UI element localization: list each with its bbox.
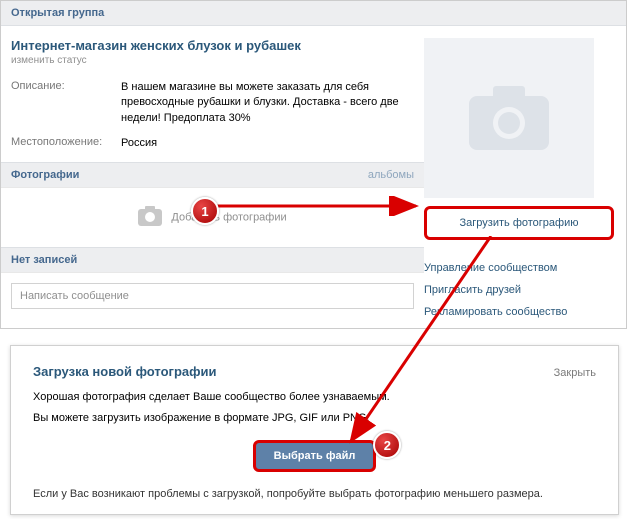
camera-icon	[138, 206, 162, 229]
albums-link[interactable]: альбомы	[368, 169, 414, 181]
group-type-header: Открытая группа	[1, 1, 626, 26]
advertise-community-link[interactable]: Рекламировать сообщество	[424, 306, 614, 318]
upload-photo-modal: Загрузка новой фотографии Закрыть Хороша…	[10, 345, 619, 515]
invite-friends-link[interactable]: Пригласить друзей	[424, 284, 614, 296]
change-status-link[interactable]: изменить статус	[11, 55, 414, 66]
photos-title: Фотографии	[11, 169, 79, 181]
choose-file-button[interactable]: Выбрать файл 2	[253, 440, 377, 472]
modal-text-2: Вы можете загрузить изображение в формат…	[33, 410, 596, 427]
annotation-badge-2: 2	[373, 431, 401, 459]
group-photo-placeholder	[424, 38, 594, 198]
camera-placeholder-icon	[469, 86, 549, 150]
description-label: Описание:	[11, 80, 121, 126]
add-photo-label: Добавить фотографии	[171, 211, 286, 223]
modal-footer-text: Если у Вас возникают проблемы с загрузко…	[33, 488, 596, 500]
manage-community-link[interactable]: Управление сообществом	[424, 262, 614, 274]
choose-file-label: Выбрать файл	[274, 450, 356, 462]
photos-section-header: Фотографии альбомы	[1, 162, 424, 188]
write-message-input[interactable]: Написать сообщение	[11, 283, 414, 309]
location-label: Местоположение:	[11, 136, 121, 151]
description-value: В нашем магазине вы можете заказать для …	[121, 80, 414, 126]
location-value: Россия	[121, 136, 414, 151]
modal-close-button[interactable]: Закрыть	[554, 367, 596, 379]
annotation-badge-1: 1	[191, 197, 219, 225]
modal-text-1: Хорошая фотография сделает Ваше сообщест…	[33, 389, 596, 406]
modal-title: Загрузка новой фотографии	[33, 364, 217, 379]
no-posts-header: Нет записей	[1, 247, 424, 273]
group-title: Интернет-магазин женских блузок и рубаше…	[11, 38, 414, 53]
upload-photo-button[interactable]: Загрузить фотографию	[424, 206, 614, 240]
